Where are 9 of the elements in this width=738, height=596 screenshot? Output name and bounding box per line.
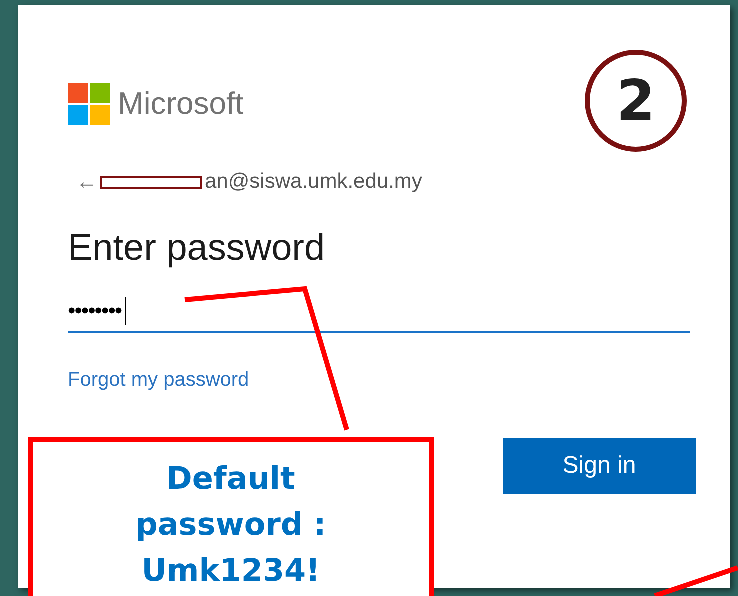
brand-name: Microsoft [118, 86, 244, 122]
back-arrow[interactable]: ← [76, 169, 98, 195]
forgot-password-link[interactable]: Forgot my password [68, 369, 250, 392]
password-field[interactable]: •••••••• [68, 291, 690, 333]
account-email: an@siswa.umk.edu.my [205, 170, 422, 194]
callout-text: Default password : Umk1234! [134, 460, 328, 591]
sign-in-button[interactable]: Sign in [503, 438, 696, 494]
page-heading: Enter password [68, 227, 326, 269]
windows-logo-icon [68, 83, 110, 125]
